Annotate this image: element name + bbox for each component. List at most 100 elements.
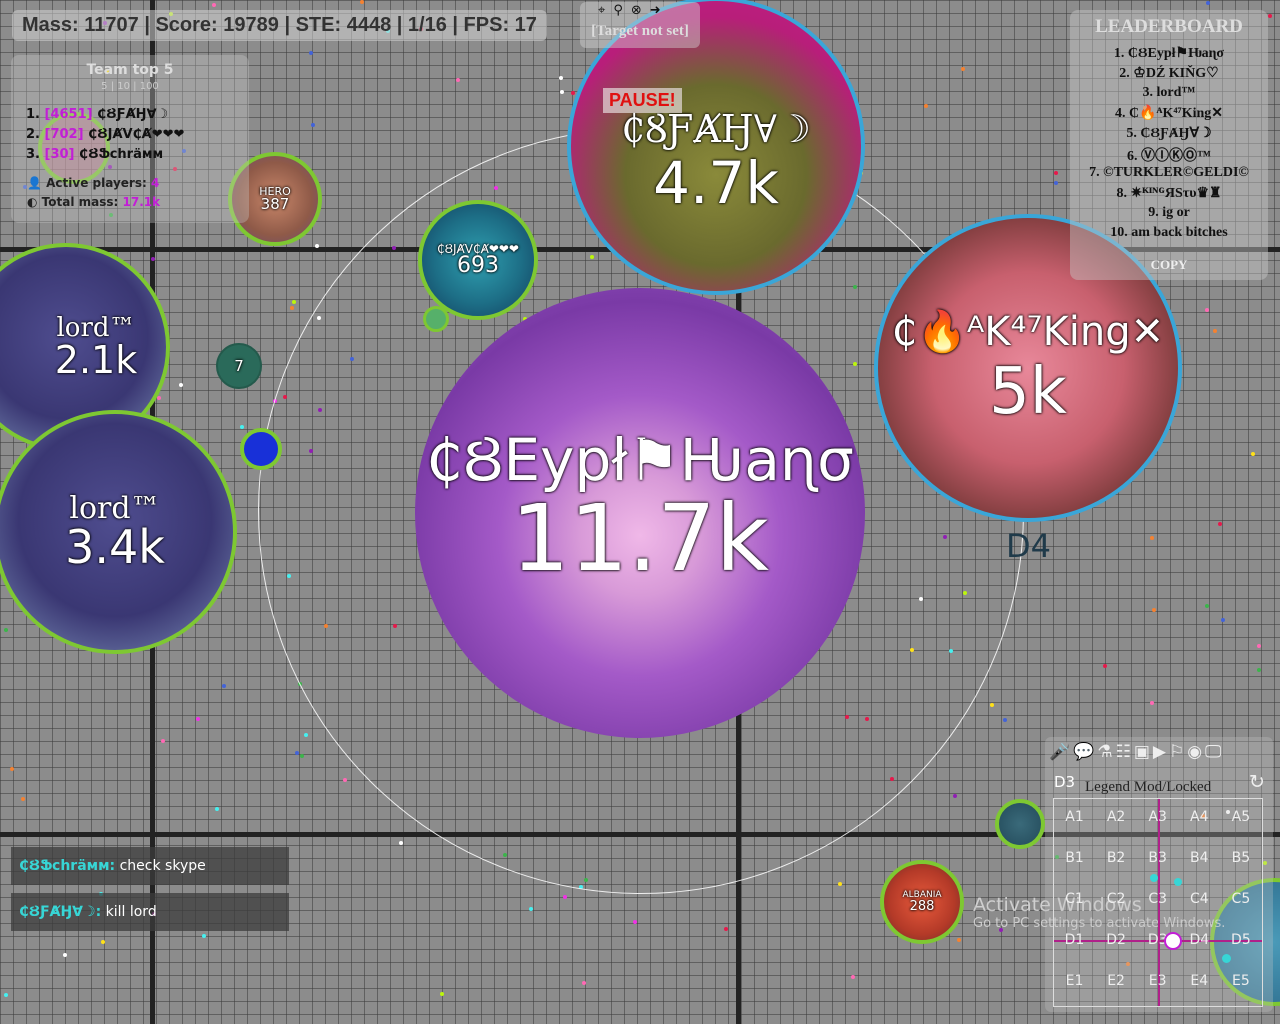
cell-lord-2: lord™ 3.4k (0, 410, 237, 654)
cell-blue-small (240, 428, 282, 470)
target-box: ⌖⚲⊗➜ [Target not set] (580, 2, 700, 48)
leaderboard-entry: 1. ₵ȢЕурł⚑Ƕаɳσ (1113, 46, 1225, 61)
copy-button[interactable]: COPY (1070, 257, 1268, 273)
minimap-grid[interactable]: A1 A2 A3 A4 A5 B1 B2 B3 B4 B5 C1 C2 C3 C4 C5 D1 D2 D3 D4 D5… (1053, 798, 1263, 1007)
minimap-sector-label: D4 (1189, 932, 1210, 948)
cell-mass: 5k (989, 355, 1067, 429)
active-value: 4 (150, 176, 160, 190)
leaderboard-entry: 7. ©TURKLER©GELDI© (1089, 165, 1249, 180)
food-pellet (222, 684, 226, 688)
food-pellet (290, 306, 294, 310)
minimap-sector-label: A4 (1190, 809, 1209, 825)
minimap-sector-label: A1 (1065, 809, 1084, 825)
food-pellet (953, 794, 957, 798)
minimap-sector-label: B1 (1065, 850, 1084, 866)
food-pellet (63, 953, 67, 957)
total-label: Total mass: (41, 195, 119, 209)
minimap-sector-label: A5 (1231, 809, 1251, 825)
food-pellet (1103, 664, 1107, 668)
minimap-sector-label: B3 (1148, 850, 1167, 866)
food-pellet (1150, 701, 1154, 705)
food-pellet (582, 981, 586, 985)
minimap-refresh-icon[interactable]: ↻ (1249, 771, 1265, 793)
food-pellet (1251, 452, 1255, 456)
minimap-sector-label: C1 (1065, 891, 1084, 907)
stats-bar: Mass: 11707 | Score: 19789 | STE: 4448 |… (12, 10, 547, 41)
cell-mass: 2.1k (54, 338, 138, 382)
minimap-sector-label: E5 (1232, 973, 1250, 989)
minimap-sector-label: B5 (1231, 850, 1251, 866)
cell-player-main: ₵ȢЕурł⚑Ƕаɳσ 11.7k (415, 288, 865, 738)
food-pellet (215, 807, 219, 811)
minimap-sector-label: E4 (1190, 973, 1209, 989)
leaderboard-entry: 2. ♔DŹ KIŇG♡ (1119, 66, 1219, 81)
minimap-sector-label: D5 (1231, 932, 1251, 948)
food-pellet (1205, 308, 1209, 312)
chat-text: kill lord (105, 904, 157, 920)
minimap-panel: 🎤💬⚗☷▣▶⚐◉🖵 D3 ↻ Legend Mod/Locked A1 A2 A3 A… (1045, 737, 1273, 1012)
food-pellet (161, 739, 165, 743)
cell-mass: 4.7k (653, 149, 779, 217)
food-pellet (292, 300, 296, 304)
food-pellet (1213, 329, 1217, 333)
cell-seven: 7 (216, 343, 262, 389)
leaderboard-entry: 6. ⓋⒾⓀⓄ™ (1127, 149, 1211, 164)
leaderboard-entry: 9. ig or (1148, 205, 1190, 220)
team-panel: Team top 5 5 | 10 | 100 1. [4651] ₵ȢƑȺӇ∀… (11, 55, 249, 223)
cell-mass: 3.4k (65, 520, 165, 574)
food-pellet (196, 717, 200, 721)
pause-label: PAUSE! (603, 88, 682, 113)
minimap-title: Legend Mod/Locked (1085, 779, 1212, 795)
minimap-sector-label: C3 (1148, 891, 1168, 907)
food-pellet (101, 940, 105, 944)
team-name: ₵ȢJȺV₵Ⱥ❤❤❤ (88, 127, 185, 142)
food-pellet (311, 123, 315, 127)
minimap-sector-label: C5 (1231, 891, 1251, 907)
mass-icon: ◐ (27, 195, 38, 209)
chat-message: ₵ȢƑȺӇ∀☽: kill lord (11, 893, 289, 931)
team-rank: 2. (26, 127, 40, 142)
food-pellet (559, 76, 563, 80)
target-tools-icon[interactable]: ⌖⚲⊗➜ (598, 3, 669, 18)
food-pellet (309, 51, 313, 55)
food-pellet (1003, 718, 1007, 722)
food-pellet (560, 90, 564, 94)
cell-mass: 288 (909, 899, 935, 914)
food-pellet (4, 993, 8, 997)
sector-label: D4 (1006, 527, 1051, 565)
cell-javca-piece (423, 306, 449, 332)
food-pellet (529, 907, 533, 911)
minimap-toolbar-icons[interactable]: 🎤💬⚗☷▣▶⚐◉🖵 (1049, 742, 1224, 762)
cell-javca: ₵ȢJȺV₵Ⱥ❤❤❤ 693 (418, 200, 538, 320)
food-pellet (851, 975, 855, 979)
food-pellet (1205, 604, 1209, 608)
food-pellet (315, 244, 319, 248)
minimap-sector-label: E3 (1148, 973, 1167, 989)
minimap-sector-label: D1 (1064, 932, 1085, 948)
minimap-corner-label: D3 (1054, 773, 1076, 791)
food-pellet (1218, 522, 1222, 526)
food-pellet (157, 396, 161, 400)
leaderboard-entry: 4. ₵🔥ᴬK⁴⁷King✕ (1114, 106, 1224, 121)
cell-name: ₵🔥ᴬK⁴⁷King✕ (891, 309, 1165, 355)
food-pellet (957, 938, 961, 942)
team-mass: [30] (44, 147, 75, 162)
team-name: ₵ȢՖchräмм (79, 147, 164, 162)
total-mass: ◐ Total mass: 17.1k (27, 195, 160, 209)
team-name: ₵ȢƑȺӇ∀☽ (97, 107, 169, 122)
food-pellet (633, 920, 637, 924)
food-pellet (212, 3, 216, 7)
team-title: Team top 5 (86, 62, 174, 78)
food-pellet (1257, 668, 1261, 672)
food-pellet (456, 78, 460, 82)
food-pellet (151, 257, 155, 261)
cell-mass: 11.7k (510, 485, 770, 592)
food-pellet (563, 895, 567, 899)
team-subtitle: 5 | 10 | 100 (101, 81, 159, 92)
minimap-sector-label: E2 (1107, 973, 1125, 989)
food-pellet (924, 104, 928, 108)
players-icon: 👤 (27, 176, 42, 190)
team-member-row: 3. [30] ₵ȢՖchräмм (26, 147, 163, 162)
food-pellet (300, 754, 304, 758)
food-pellet (240, 425, 244, 429)
